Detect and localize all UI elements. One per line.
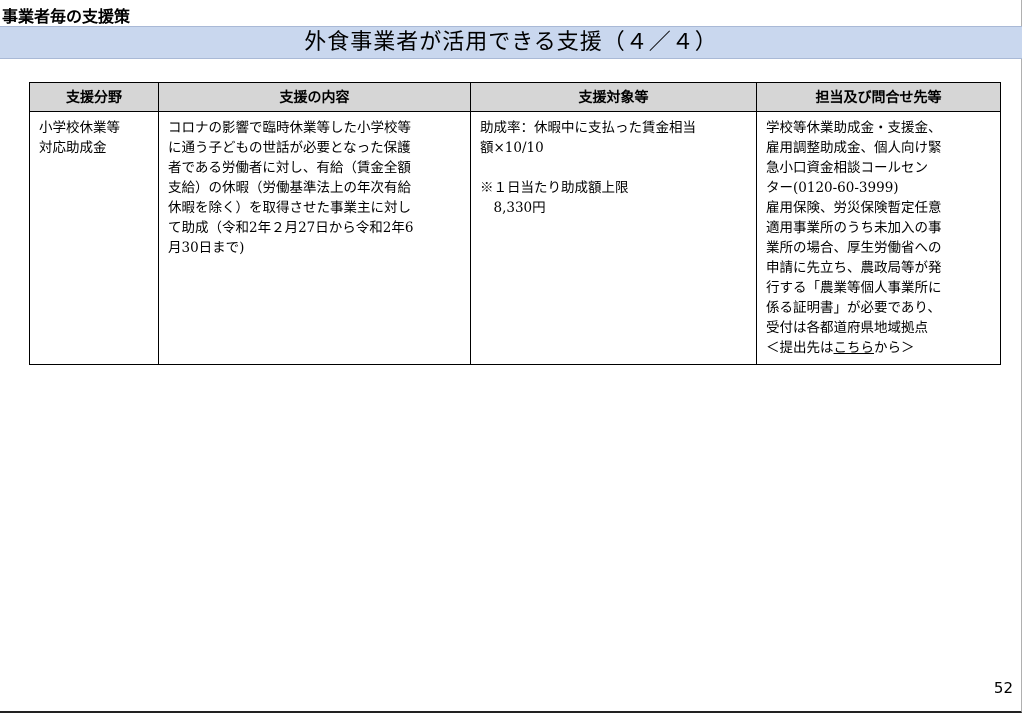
- table-header-row: 支援分野 支援の内容 支援対象等 担当及び問合せ先等: [29, 82, 1001, 112]
- cell-field: 小学校休業等 対応助成金: [29, 111, 159, 365]
- cell-target: 助成率：休暇中に支払った賃金相当 額×10/10 ※１日当たり助成額上限 8,3…: [470, 111, 757, 365]
- header-field: 支援分野: [29, 82, 159, 112]
- header-contact: 担当及び問合せ先等: [756, 82, 1001, 112]
- cell-content: コロナの影響で臨時休業等した小学校等 に通う子どもの世話が必要となった保護 者で…: [158, 111, 471, 365]
- section-label: 事業者毎の支援策: [2, 7, 131, 26]
- contact-text: 学校等休業助成金・支援金、 雇用調整助成金、個人向け緊 急小口資金相談コールセン…: [766, 120, 942, 336]
- page-number: 52: [993, 679, 1013, 697]
- slide-page: 事業者毎の支援策 外食事業者が活用できる支援（４／４） 支援分野 支援の内容 支…: [0, 0, 1022, 713]
- cell-contact: 学校等休業助成金・支援金、 雇用調整助成金、個人向け緊 急小口資金相談コールセン…: [756, 111, 1001, 365]
- contact-link-prefix: ＜提出先は: [766, 340, 834, 356]
- page-title: 外食事業者が活用できる支援（４／４）: [304, 30, 718, 55]
- contact-link-suffix: から＞: [874, 340, 915, 356]
- table-row: 小学校休業等 対応助成金 コロナの影響で臨時休業等した小学校等 に通う子どもの世…: [29, 111, 1001, 365]
- header-target: 支援対象等: [470, 82, 757, 112]
- title-band: 外食事業者が活用できる支援（４／４）: [0, 26, 1022, 59]
- submission-link[interactable]: こちら: [834, 340, 875, 356]
- support-table: 支援分野 支援の内容 支援対象等 担当及び問合せ先等 小学校休業等 対応助成金 …: [29, 82, 1001, 365]
- header-content: 支援の内容: [158, 82, 471, 112]
